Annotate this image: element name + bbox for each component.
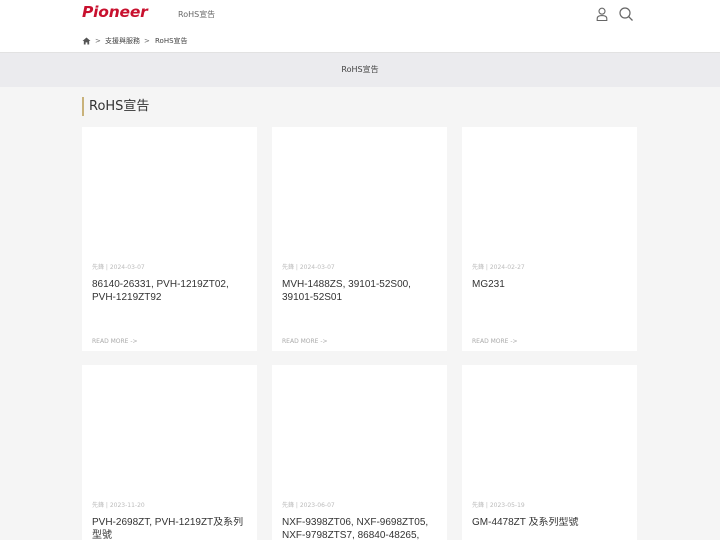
user-icon[interactable] [594,6,610,22]
breadcrumb-separator: > [144,37,150,45]
banner-title: RoHS宣告 [341,65,379,74]
card-title[interactable]: PVH-2698ZT, PVH-1219ZT及系列型號 [92,517,250,540]
card-meta: 先鋒 | 2023-05-19 [472,502,525,509]
read-more-link[interactable]: READ MORE -> [282,338,328,346]
home-icon[interactable] [82,37,91,45]
card-meta: 先鋒 | 2023-06-07 [282,502,335,509]
article-card[interactable]: 先鋒 | 2024-03-07 MVH-1488ZS, 39101-52S00,… [272,127,447,351]
read-more-link[interactable]: READ MORE -> [92,338,138,346]
section-accent-bar [82,97,84,116]
card-meta: 先鋒 | 2023-11-20 [92,502,145,509]
card-title[interactable]: MVH-1488ZS, 39101-52S00, 39101-52S01 [282,279,440,305]
article-card[interactable]: 先鋒 | 2024-02-27 MG231 READ MORE -> [462,127,637,351]
breadcrumb-item-support[interactable]: 支援與服務 [105,37,140,46]
site-header: Pioneer RoHS宣告 [0,0,720,30]
search-icon[interactable] [618,6,634,22]
article-card[interactable]: 先鋒 | 2024-03-07 86140-26331, PVH-1219ZT0… [82,127,257,351]
article-card[interactable]: 先鋒 | 2023-11-20 PVH-2698ZT, PVH-1219ZT及系… [82,365,257,540]
card-meta: 先鋒 | 2024-02-27 [472,264,525,271]
breadcrumb-separator: > [95,37,101,45]
section-title: RoHS宣告 [89,99,150,114]
card-meta: 先鋒 | 2024-03-07 [92,264,145,271]
breadcrumb-item-rohs: RoHS宣告 [155,37,188,45]
article-card[interactable]: 先鋒 | 2023-06-07 NXF-9398ZT06, NXF-9698ZT… [272,365,447,540]
read-more-link[interactable]: READ MORE -> [472,338,518,346]
card-title[interactable]: 86140-26331, PVH-1219ZT02, PVH-1219ZT92 [92,279,250,305]
header-page-title: RoHS宣告 [178,10,216,19]
card-title[interactable]: NXF-9398ZT06, NXF-9698ZT05, NXF-9798ZTS7… [282,517,440,540]
card-title[interactable]: GM-4478ZT 及系列型號 [472,517,630,540]
page-banner: RoHS宣告 [0,52,720,87]
card-meta: 先鋒 | 2024-03-07 [282,264,335,271]
article-card[interactable]: 先鋒 | 2023-05-19 GM-4478ZT 及系列型號 [462,365,637,540]
pioneer-logo[interactable]: Pioneer [82,3,148,21]
card-title[interactable]: MG231 [472,279,630,305]
breadcrumb: > 支援與服務 > RoHS宣告 [0,30,720,52]
